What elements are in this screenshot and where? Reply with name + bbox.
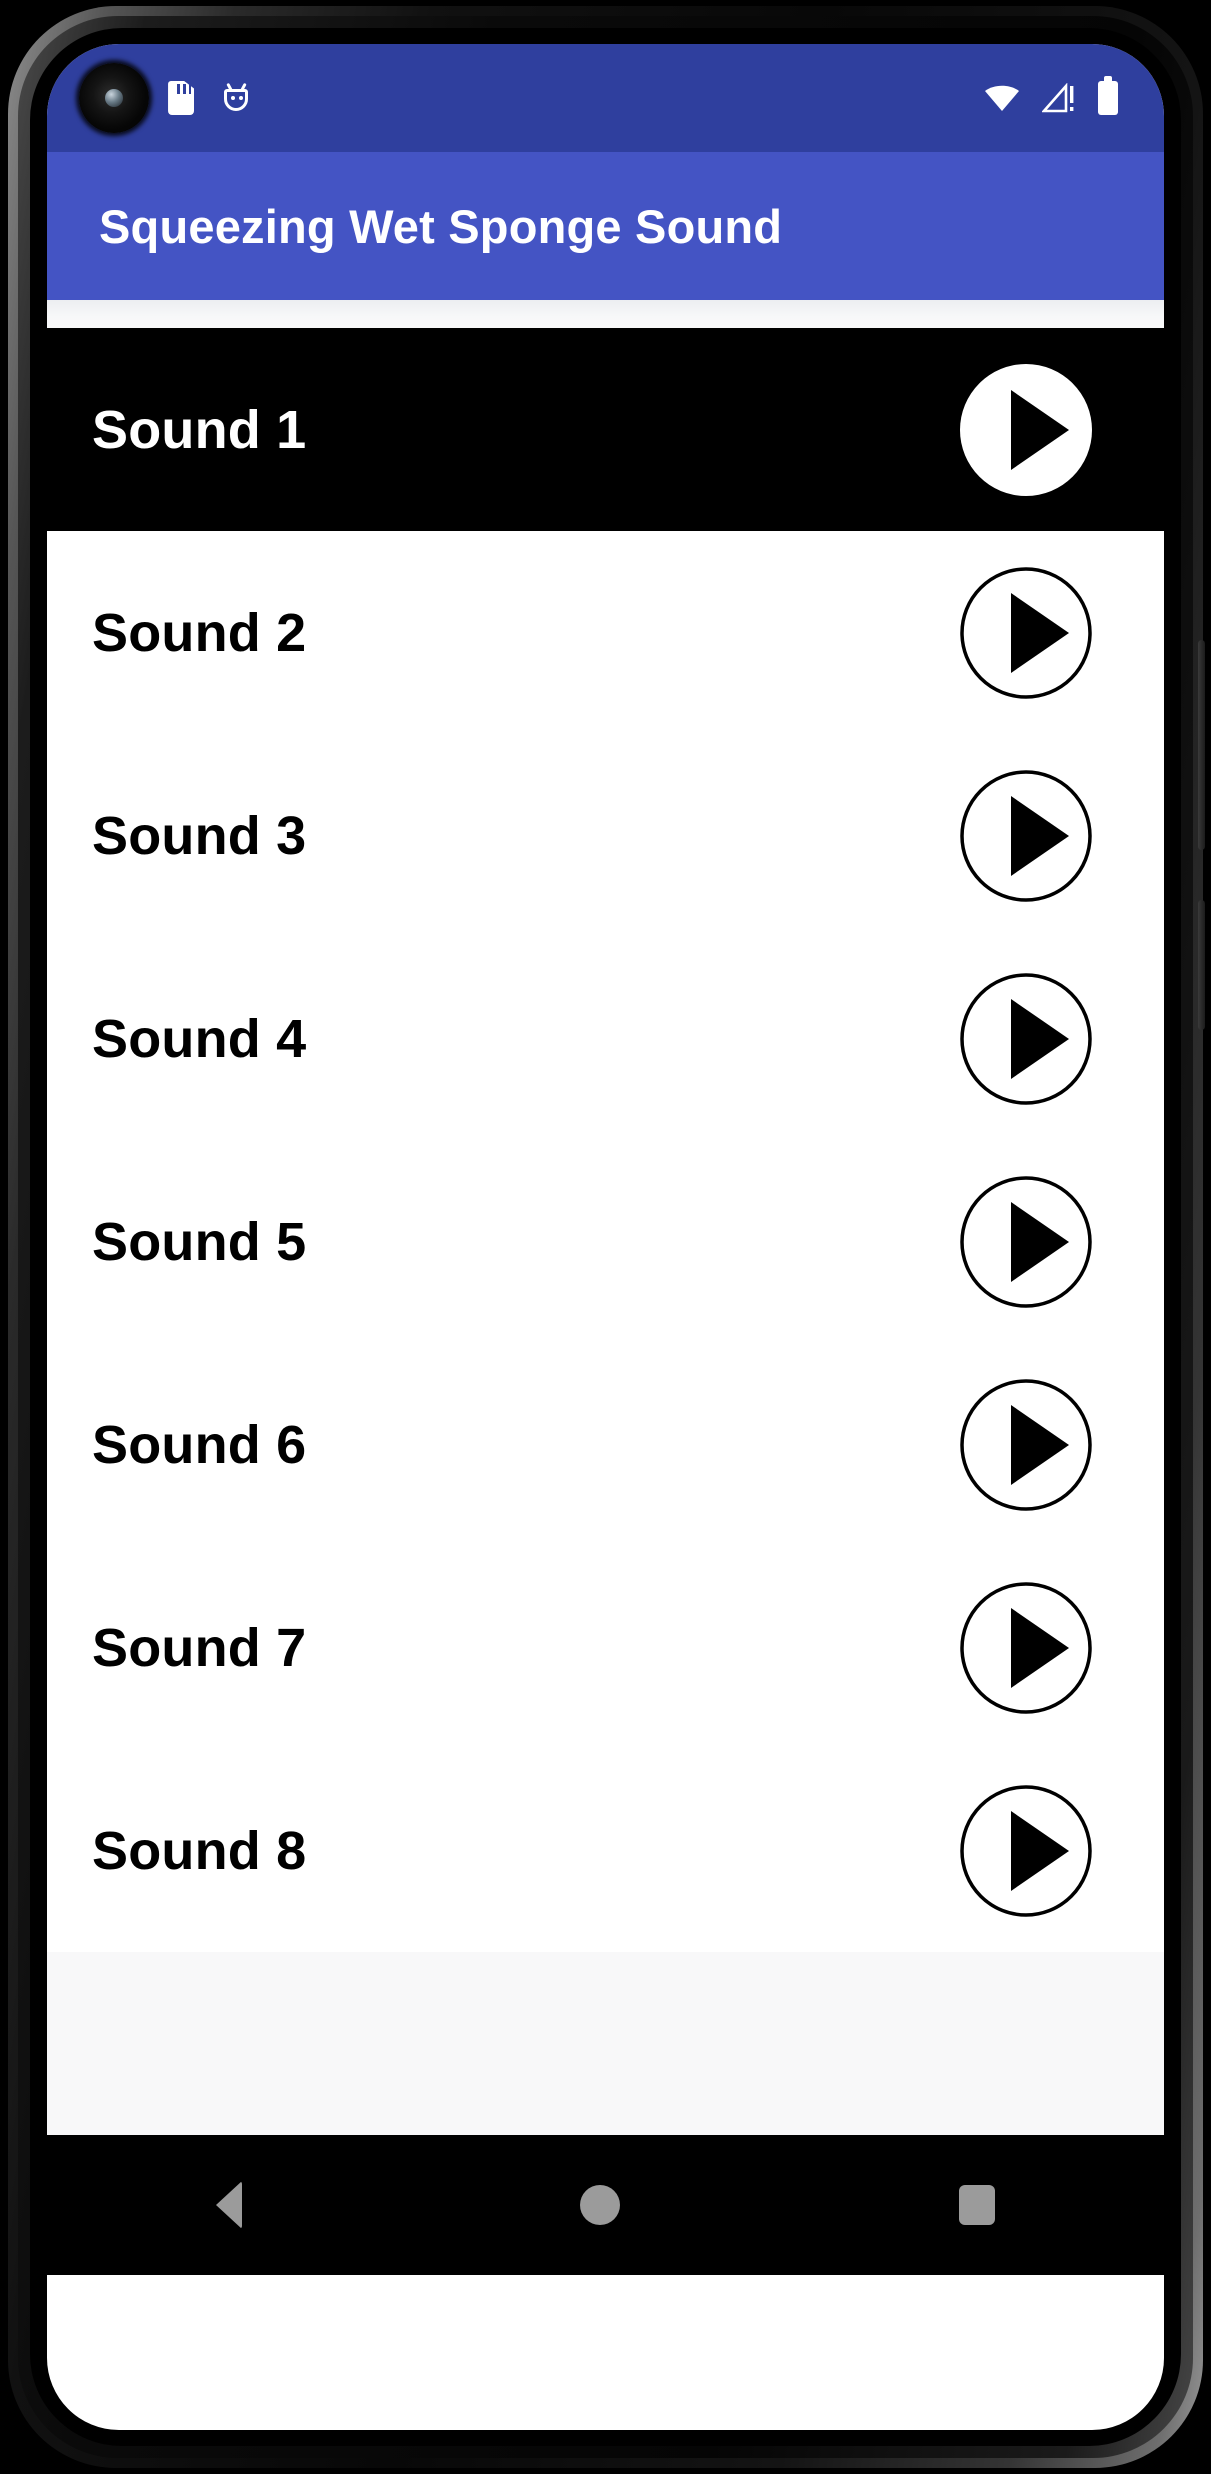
sound-label: Sound 1 bbox=[92, 399, 307, 460]
punch-hole-camera-icon bbox=[79, 63, 149, 133]
play-icon[interactable] bbox=[956, 360, 1096, 500]
sd-card-icon bbox=[168, 81, 195, 115]
app-bar: Squeezing Wet Sponge Sound bbox=[47, 152, 1164, 300]
android-navigation-bar bbox=[47, 2135, 1164, 2275]
play-icon[interactable] bbox=[956, 1781, 1096, 1921]
sound-label: Sound 3 bbox=[92, 805, 307, 866]
battery-icon bbox=[1098, 76, 1118, 115]
play-icon[interactable] bbox=[956, 563, 1096, 703]
play-icon[interactable] bbox=[956, 1172, 1096, 1312]
recents-button-icon[interactable] bbox=[958, 2185, 995, 2225]
status-bar-left: 49 bbox=[99, 77, 984, 119]
play-icon[interactable] bbox=[956, 969, 1096, 1109]
sound-row[interactable]: Sound 8 bbox=[47, 1749, 1164, 1952]
sound-label: Sound 7 bbox=[92, 1617, 307, 1678]
home-button-icon[interactable] bbox=[580, 2185, 621, 2225]
phone-frame: 49 bbox=[0, 0, 1211, 2474]
sound-label: Sound 4 bbox=[92, 1008, 307, 1069]
sound-row[interactable]: Sound 1 bbox=[47, 328, 1164, 531]
sound-label: Sound 6 bbox=[92, 1414, 307, 1475]
power-button[interactable] bbox=[1198, 640, 1205, 850]
phone-screen: 49 bbox=[47, 44, 1164, 2430]
sound-row[interactable]: Sound 4 bbox=[47, 937, 1164, 1140]
sound-label: Sound 5 bbox=[92, 1211, 307, 1272]
android-debug-icon bbox=[222, 82, 250, 114]
sound-row[interactable]: Sound 7 bbox=[47, 1546, 1164, 1749]
status-bar-right bbox=[984, 76, 1118, 115]
wifi-icon bbox=[984, 84, 1020, 112]
sound-row[interactable]: Sound 3 bbox=[47, 734, 1164, 937]
cellular-signal-warning-icon bbox=[1041, 82, 1076, 113]
sound-row[interactable]: Sound 6 bbox=[47, 1343, 1164, 1546]
sound-row[interactable]: Sound 2 bbox=[47, 531, 1164, 734]
page-title: Squeezing Wet Sponge Sound bbox=[99, 199, 783, 253]
app-bar-shadow-strip bbox=[47, 300, 1164, 328]
list-empty-area bbox=[47, 1952, 1164, 2135]
play-icon[interactable] bbox=[956, 1375, 1096, 1515]
sound-label: Sound 8 bbox=[92, 1820, 307, 1881]
volume-button[interactable] bbox=[1198, 900, 1205, 1030]
status-bar: 49 bbox=[47, 44, 1164, 152]
play-icon[interactable] bbox=[956, 1578, 1096, 1718]
play-icon[interactable] bbox=[956, 766, 1096, 906]
sound-label: Sound 2 bbox=[92, 602, 307, 663]
sound-row[interactable]: Sound 5 bbox=[47, 1140, 1164, 1343]
sound-list: Sound 1 Sound 2 Sound 3 Sound 4 Sound 5 Sound… bbox=[47, 328, 1164, 1952]
back-button-icon[interactable] bbox=[216, 2181, 243, 2229]
